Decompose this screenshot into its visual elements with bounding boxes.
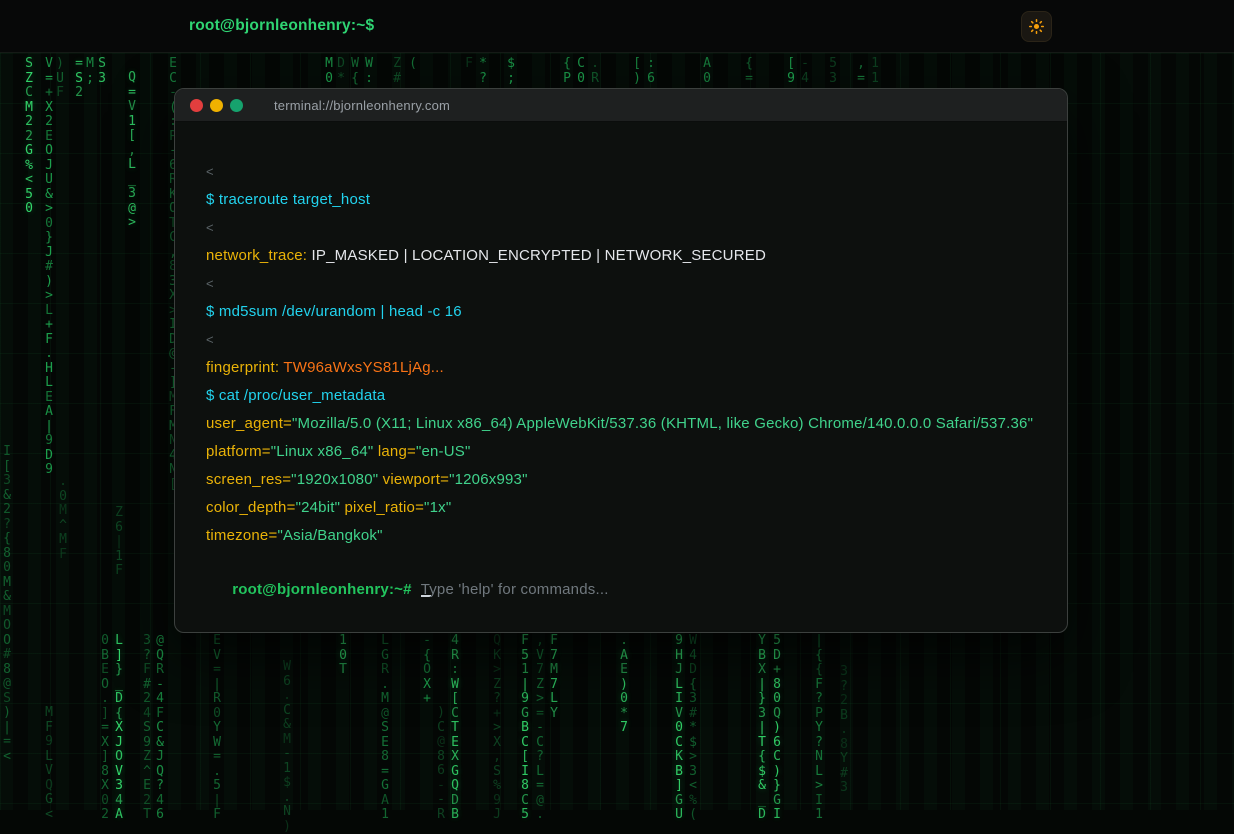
segment-green: "Asia/Bangkok": [277, 527, 382, 544]
traffic-light-close[interactable]: [190, 99, 203, 112]
output-line: network_trace: IP_MASKED | LOCATION_ENCR…: [206, 244, 1036, 267]
segment-key: pixel_ratio=: [340, 499, 424, 516]
traffic-light-minimize[interactable]: [210, 99, 223, 112]
output-chevron: <: [206, 272, 1036, 295]
segment-key: platform=: [206, 443, 271, 460]
output-line: platform="Linux x86_64" lang="en-US": [206, 440, 1036, 463]
input-placeholder: Type 'help' for commands...: [421, 581, 609, 598]
segment-muted: <: [206, 164, 214, 179]
segment-green: "1206x993": [449, 471, 528, 488]
segment-green: "1x": [424, 499, 451, 516]
terminal-output: < $ traceroute target_host < network_trace:…: [206, 160, 1036, 547]
terminal-body[interactable]: < $ traceroute target_host < network_trace:…: [175, 122, 1067, 633]
command-line: $ cat /proc/user_metadata: [206, 384, 1036, 407]
segment-key: timezone=: [206, 527, 277, 544]
segment-key: viewport=: [378, 471, 449, 488]
page: { "top_bar": { "title": "root@bjornleonh…: [0, 0, 1234, 810]
output-line: color_depth="24bit" pixel_ratio="1x": [206, 496, 1036, 519]
output-line: screen_res="1920x1080" viewport="1206x99…: [206, 468, 1036, 491]
sun-icon: [1028, 18, 1045, 35]
segment-cmd: $ cat /proc/user_metadata: [206, 387, 385, 404]
top-bar: root@bjornleonhenry:~$: [0, 0, 1234, 53]
theme-toggle-button[interactable]: [1021, 11, 1052, 42]
output-line: timezone="Asia/Bangkok": [206, 524, 1036, 547]
segment-cmd: $ md5sum /dev/urandom | head -c 16: [206, 303, 462, 320]
output-line: fingerprint: TW96aWxsYS81LjAg...: [206, 356, 1036, 379]
segment-green: "en-US": [416, 443, 471, 460]
segment-key: color_depth=: [206, 499, 296, 516]
segment-orange: TW96aWxsYS81LjAg...: [279, 359, 444, 376]
segment-green: "24bit": [296, 499, 341, 516]
segment-green: "Mozilla/5.0 (X11; Linux x86_64) AppleWe…: [292, 415, 1033, 432]
segment-muted: <: [206, 276, 214, 291]
segment-white: IP_MASKED | LOCATION_ENCRYPTED | NETWORK…: [307, 247, 766, 264]
output-chevron: <: [206, 328, 1036, 351]
segment-muted: <: [206, 220, 214, 235]
segment-key: fingerprint:: [206, 359, 279, 376]
terminal-window: terminal://bjornleonhenry.com < $ tracero…: [174, 88, 1068, 633]
segment-key: network_trace:: [206, 247, 307, 264]
output-chevron: <: [206, 160, 1036, 183]
window-title: terminal://bjornleonhenry.com: [274, 98, 450, 113]
top-bar-title: root@bjornleonhenry:~$: [189, 17, 374, 35]
segment-key: lang=: [373, 443, 416, 460]
traffic-light-maximize[interactable]: [230, 99, 243, 112]
window-header[interactable]: terminal://bjornleonhenry.com: [175, 89, 1067, 122]
command-line: $ traceroute target_host: [206, 188, 1036, 211]
segment-key: user_agent=: [206, 415, 292, 432]
segment-cmd: $ traceroute target_host: [206, 191, 370, 208]
prompt-line[interactable]: root@bjornleonhenry:~# Type 'help' for co…: [206, 555, 1036, 624]
output-chevron: <: [206, 216, 1036, 239]
command-line: $ md5sum /dev/urandom | head -c 16: [206, 300, 1036, 323]
segment-key: screen_res=: [206, 471, 291, 488]
segment-green: "1920x1080": [291, 471, 378, 488]
output-line: user_agent="Mozilla/5.0 (X11; Linux x86_…: [206, 412, 1036, 435]
segment-muted: <: [206, 332, 214, 347]
prompt-label: root@bjornleonhenry:~#: [232, 581, 411, 598]
segment-green: "Linux x86_64": [271, 443, 374, 460]
